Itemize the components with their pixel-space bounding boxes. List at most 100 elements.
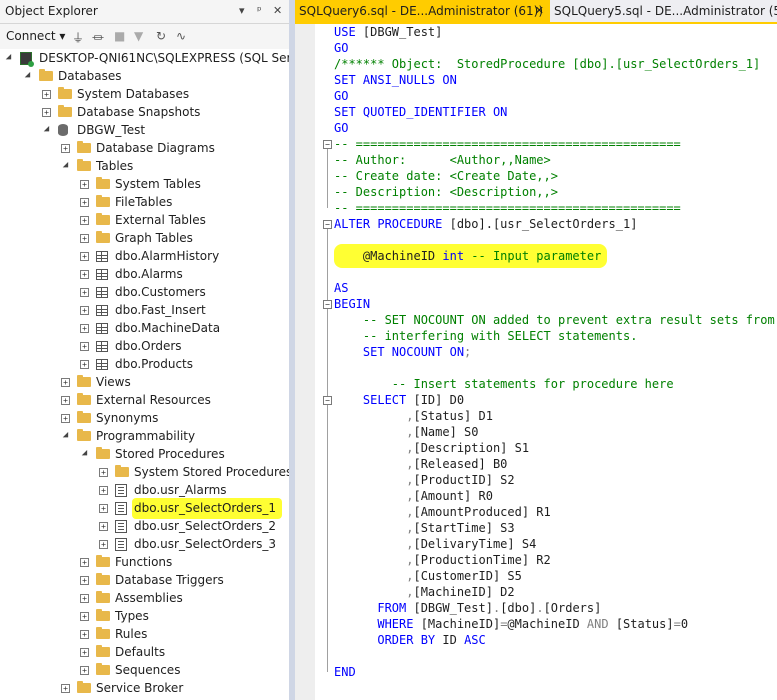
- expand-icon[interactable]: +: [80, 594, 89, 603]
- tree-node[interactable]: + FileTables: [0, 194, 289, 212]
- expand-icon[interactable]: +: [80, 216, 89, 225]
- expand-icon[interactable]: +: [80, 360, 89, 369]
- tree-node[interactable]: + Types: [0, 608, 289, 626]
- expand-icon[interactable]: +: [80, 198, 89, 207]
- expand-icon[interactable]: +: [99, 540, 108, 549]
- code-line: ,[AmountProduced] R1: [334, 504, 551, 520]
- expand-icon[interactable]: +: [42, 90, 51, 99]
- activity-monitor-icon[interactable]: ∿: [176, 29, 186, 43]
- expand-icon[interactable]: +: [80, 648, 89, 657]
- tree-node[interactable]: + dbo.MachineData: [0, 320, 289, 338]
- code-token: AS: [334, 281, 349, 295]
- tree-node[interactable]: + External Resources: [0, 392, 289, 410]
- collapse-icon[interactable]: ◢: [80, 449, 89, 458]
- stop-icon[interactable]: ■: [114, 29, 125, 43]
- code-line: GO: [334, 88, 348, 104]
- tree-node[interactable]: + Functions: [0, 554, 289, 572]
- expand-icon[interactable]: +: [61, 144, 70, 153]
- code-token: AND: [586, 617, 616, 631]
- tree-node[interactable]: + dbo.Fast_Insert: [0, 302, 289, 320]
- tree-node[interactable]: + Graph Tables: [0, 230, 289, 248]
- expand-icon[interactable]: +: [80, 288, 89, 297]
- tree-node[interactable]: + External Tables: [0, 212, 289, 230]
- tree-node[interactable]: + Synonyms: [0, 410, 289, 428]
- collapse-icon[interactable]: ◢: [42, 125, 51, 134]
- tree-node[interactable]: + System Tables: [0, 176, 289, 194]
- collapse-icon[interactable]: ◢: [61, 161, 70, 170]
- collapse-icon[interactable]: ◢: [23, 71, 32, 80]
- tree-node[interactable]: + Sequences: [0, 662, 289, 680]
- code-token: [DBGW_Test]: [362, 25, 443, 39]
- code-line: -- =====================================…: [334, 200, 681, 216]
- tree-node-label: dbo.Products: [115, 357, 193, 371]
- connect-button[interactable]: Connect ▾: [6, 29, 65, 43]
- code-line: AS: [334, 280, 348, 296]
- tree-node[interactable]: + Assemblies: [0, 590, 289, 608]
- tree-node[interactable]: + Database Snapshots: [0, 104, 289, 122]
- disconnect-icon[interactable]: ⏛: [92, 29, 104, 46]
- tree-node[interactable]: + System Stored Procedures: [0, 464, 289, 482]
- expand-icon[interactable]: +: [80, 270, 89, 279]
- connect-plug-icon[interactable]: ⏚: [72, 29, 84, 46]
- tree-node[interactable]: + dbo.Orders: [0, 338, 289, 356]
- expand-icon[interactable]: +: [80, 630, 89, 639]
- expand-icon[interactable]: +: [80, 342, 89, 351]
- tree-node[interactable]: + System Databases: [0, 86, 289, 104]
- expand-icon[interactable]: +: [61, 378, 70, 387]
- close-icon[interactable]: ✕: [273, 4, 282, 17]
- fold-toggle-icon[interactable]: −: [323, 220, 332, 229]
- fold-toggle-icon[interactable]: −: [323, 396, 332, 405]
- expand-icon[interactable]: +: [61, 414, 70, 423]
- filter-icon[interactable]: ▼: [134, 29, 143, 43]
- expand-icon[interactable]: +: [99, 468, 108, 477]
- close-icon[interactable]: ✕: [535, 0, 544, 22]
- refresh-icon[interactable]: ↻: [156, 29, 166, 43]
- expand-icon[interactable]: +: [80, 324, 89, 333]
- expand-icon[interactable]: +: [80, 306, 89, 315]
- expand-icon[interactable]: +: [80, 612, 89, 621]
- tree-node[interactable]: + dbo.usr_SelectOrders_1: [0, 498, 289, 519]
- tree-node[interactable]: + dbo.Alarms: [0, 266, 289, 284]
- expand-icon[interactable]: +: [99, 504, 108, 513]
- expand-icon[interactable]: +: [80, 180, 89, 189]
- tree-node[interactable]: ◢ DBGW_Test: [0, 122, 289, 140]
- fold-toggle-icon[interactable]: −: [323, 300, 332, 309]
- tree-node-text: dbo.usr_SelectOrders_1: [132, 498, 282, 519]
- tab-sqlquery5[interactable]: SQLQuery5.sql - DE...Administrator (54)): [550, 0, 777, 22]
- tree-node[interactable]: + dbo.usr_SelectOrders_2: [0, 518, 289, 536]
- folder-icon: [96, 645, 110, 657]
- tree-node[interactable]: ◢ Databases: [0, 68, 289, 86]
- expand-icon[interactable]: +: [99, 486, 108, 495]
- tree-node[interactable]: + dbo.AlarmHistory: [0, 248, 289, 266]
- expand-icon[interactable]: +: [99, 522, 108, 531]
- tab-sqlquery6[interactable]: SQLQuery6.sql - DE...Administrator (61))…: [295, 0, 550, 22]
- expand-icon[interactable]: +: [42, 108, 51, 117]
- expand-icon[interactable]: +: [61, 396, 70, 405]
- tree-node[interactable]: + dbo.Products: [0, 356, 289, 374]
- tree-node[interactable]: + Database Diagrams: [0, 140, 289, 158]
- tree-node[interactable]: ◢ Tables: [0, 158, 289, 176]
- fold-toggle-icon[interactable]: −: [323, 140, 332, 149]
- collapse-icon[interactable]: ◢: [4, 53, 13, 62]
- tree-node[interactable]: ◢ Programmability: [0, 428, 289, 446]
- tree-node[interactable]: + dbo.Customers: [0, 284, 289, 302]
- tree-node[interactable]: + Views: [0, 374, 289, 392]
- tree-node[interactable]: + Service Broker: [0, 680, 289, 698]
- expand-icon[interactable]: +: [61, 684, 70, 693]
- sql-editor[interactable]: USE [DBGW_Test] GO/****** Object: StoredP…: [295, 24, 777, 700]
- expand-icon[interactable]: +: [80, 234, 89, 243]
- expand-icon[interactable]: +: [80, 252, 89, 261]
- pin-icon[interactable]: ᵖ: [257, 4, 262, 17]
- expand-icon[interactable]: +: [80, 558, 89, 567]
- tree-node[interactable]: ◢ DESKTOP-QNI61NC\SQLEXPRESS (SQL Server …: [0, 50, 289, 68]
- expand-icon[interactable]: +: [80, 666, 89, 675]
- tree-node[interactable]: + dbo.usr_SelectOrders_3: [0, 536, 289, 554]
- tree-node[interactable]: ◢ Stored Procedures: [0, 446, 289, 464]
- fold-guide: [327, 149, 328, 208]
- tree-node[interactable]: + Rules: [0, 626, 289, 644]
- tree-node[interactable]: + Database Triggers: [0, 572, 289, 590]
- collapse-icon[interactable]: ◢: [61, 431, 70, 440]
- expand-icon[interactable]: +: [80, 576, 89, 585]
- tree-node[interactable]: + Defaults: [0, 644, 289, 662]
- dropdown-icon[interactable]: ▾: [239, 4, 245, 17]
